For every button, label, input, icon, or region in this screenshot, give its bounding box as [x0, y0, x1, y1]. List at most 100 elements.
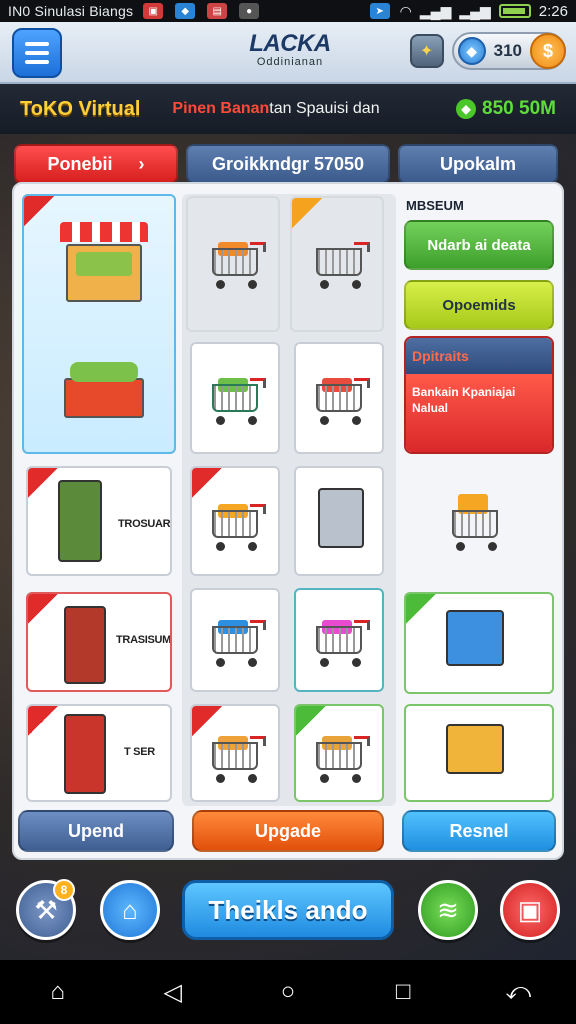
shop-item-food-cart[interactable]: [404, 704, 554, 802]
chevron-right-icon: ›: [138, 153, 145, 174]
map-icon[interactable]: ✦: [409, 34, 444, 68]
tab-label: Ponebii: [47, 153, 113, 174]
tile-label: TROSUAR: [118, 518, 171, 530]
promo-rest: tan Spauisi dan: [269, 100, 380, 117]
house-icon: ⌂: [122, 894, 138, 925]
tab-label: Groikkndgr 57050: [211, 153, 365, 174]
shop-item-cart-3[interactable]: [190, 342, 280, 454]
shop-item-vending-a[interactable]: TROSUAR: [26, 466, 172, 576]
home-icon[interactable]: ⌂: [38, 978, 78, 1006]
promo-highlight: Pinen Banan: [172, 100, 270, 117]
main-action-button[interactable]: Theikls ando: [182, 880, 394, 940]
balance-value: 850 50M: [482, 98, 556, 119]
hammer-icon: ⚒: [34, 894, 58, 925]
tab-groikkndgr[interactable]: Groikkndgr 57050: [186, 144, 390, 184]
balance-gem-icon: ◆: [456, 99, 477, 119]
shop-item-cart-4[interactable]: [294, 342, 384, 454]
info-card: Dpitraits Bankain Kpaniajai Nalual: [404, 336, 554, 454]
new-ribbon-icon: [192, 706, 224, 738]
shop-item-vending-c[interactable]: T SER: [26, 704, 172, 802]
game-bottom-nav: ⚒ 8 ⌂ Theikls ando ≋ ▣: [0, 870, 576, 958]
info-card-title: Dpitraits: [406, 338, 552, 374]
shop-item-market-stall[interactable]: [22, 194, 176, 454]
shop-item-atm[interactable]: [294, 466, 384, 576]
logo-main-text: LACKA: [249, 30, 331, 57]
top-bar: LACKA Oddinianan ✦ ◆ 310 $: [0, 22, 576, 84]
shop-item-cooler[interactable]: [404, 592, 554, 694]
shop-item-cart-7[interactable]: [294, 588, 384, 692]
signal-icon: ▂▄▆: [419, 2, 452, 19]
shop-item-kiosk[interactable]: [404, 464, 554, 580]
promo-text: Pinen Banantan Spauisi dan: [172, 100, 379, 118]
inventory-button[interactable]: ≋: [418, 880, 478, 940]
atm-machine-icon: [318, 488, 364, 548]
shopping-cart-icon: [204, 620, 274, 670]
menu-icon: [25, 42, 49, 46]
tile-label: T SER: [124, 746, 155, 758]
sidebar-section-label: MBSEUM: [406, 198, 464, 213]
hamburger-menu-button[interactable]: [12, 28, 62, 78]
new-ribbon-icon: [28, 594, 60, 626]
sale-ribbon-icon: [296, 706, 328, 738]
new-ribbon-icon: [192, 468, 224, 500]
new-ribbon-icon: [28, 468, 60, 500]
shield-notification-icon: ◆: [175, 3, 196, 19]
shopping-cart-icon: [308, 242, 378, 292]
shop-panel: TROSUAR TRASISUM T SER MBSEUM Ndarb ai d…: [12, 182, 564, 860]
tab-ponebii[interactable]: Ponebii ›: [14, 144, 178, 184]
shopping-cart-icon: [308, 378, 378, 428]
food-cart-icon: [446, 724, 504, 774]
game-logo: LACKA Oddinianan: [230, 30, 350, 68]
status-app-name: IN0 Sinulasi Biangs: [8, 3, 134, 19]
gem-amount: 310: [493, 41, 522, 60]
vending-machine-icon: [58, 480, 102, 562]
shop-item-cart-1[interactable]: [186, 196, 280, 332]
tab-label: Upokalm: [439, 153, 517, 174]
upgrade-button[interactable]: Upgade: [192, 810, 384, 852]
photo-notification-icon: ▤: [207, 3, 228, 19]
sidebar-action-button-2[interactable]: Opoemids: [404, 280, 554, 330]
circle-home-icon[interactable]: ○: [268, 978, 308, 1006]
kiosk-cart-icon: [444, 494, 514, 554]
shopping-cart-icon: [308, 620, 378, 670]
shop-item-cart-5[interactable]: [190, 466, 280, 576]
back-icon[interactable]: ◁: [153, 978, 193, 1007]
tab-upokalm[interactable]: Upokalm: [398, 144, 558, 184]
status-bar: IN0 Sinulasi Biangs ▣ ◆ ▤ ● ➤ ◠ ▂▄▆ ▂▄▆ …: [0, 0, 576, 22]
shopping-cart-icon: [204, 242, 274, 292]
recents-icon[interactable]: □: [383, 978, 423, 1006]
shop-box-button[interactable]: ▣: [500, 880, 560, 940]
produce-stand-icon: [54, 356, 154, 436]
status-time: 2:26: [538, 2, 568, 20]
drink-machine-icon: [64, 714, 106, 794]
shop-item-vending-b[interactable]: TRASISUM: [26, 592, 172, 692]
home-button[interactable]: ⌂: [100, 880, 160, 940]
notification-badge: 8: [53, 879, 75, 901]
sale-ribbon-icon: [406, 594, 438, 626]
currency-pill[interactable]: ◆ 310 $: [451, 32, 566, 70]
sidebar-action-button-1[interactable]: Ndarb ai deata: [404, 220, 554, 270]
shopping-cart-icon: [204, 378, 274, 428]
coin-icon[interactable]: $: [530, 33, 566, 69]
cooler-icon: [446, 610, 504, 666]
upend-button[interactable]: Upend: [18, 810, 174, 852]
box-icon: ▣: [517, 894, 543, 925]
shopping-cart-icon: [204, 736, 274, 786]
shop-item-cart-2[interactable]: [290, 196, 384, 332]
shop-item-cart-9[interactable]: [294, 704, 384, 802]
shopping-cart-icon: [204, 504, 274, 554]
title-strip: ToKO Virtual Pinen Banantan Spauisi dan …: [0, 84, 576, 134]
game-notification-icon: ●: [239, 3, 260, 19]
shopping-cart-icon: [308, 736, 378, 786]
system-nav-bar: ⌂ ◁ ○ □ ⤺: [0, 960, 576, 1024]
new-ribbon-icon: [28, 706, 60, 738]
shop-item-cart-8[interactable]: [190, 704, 280, 802]
shop-item-cart-6[interactable]: [190, 588, 280, 692]
resnel-button[interactable]: Resnel: [402, 810, 556, 852]
signal-icon-2: ▂▄▆: [459, 2, 491, 19]
build-button[interactable]: ⚒ 8: [16, 879, 76, 940]
balance-display: ◆ 850 50M: [456, 98, 556, 120]
rotate-icon[interactable]: ⤺: [498, 978, 538, 1006]
sale-ribbon-icon: [292, 198, 324, 230]
battery-icon: [498, 4, 531, 18]
